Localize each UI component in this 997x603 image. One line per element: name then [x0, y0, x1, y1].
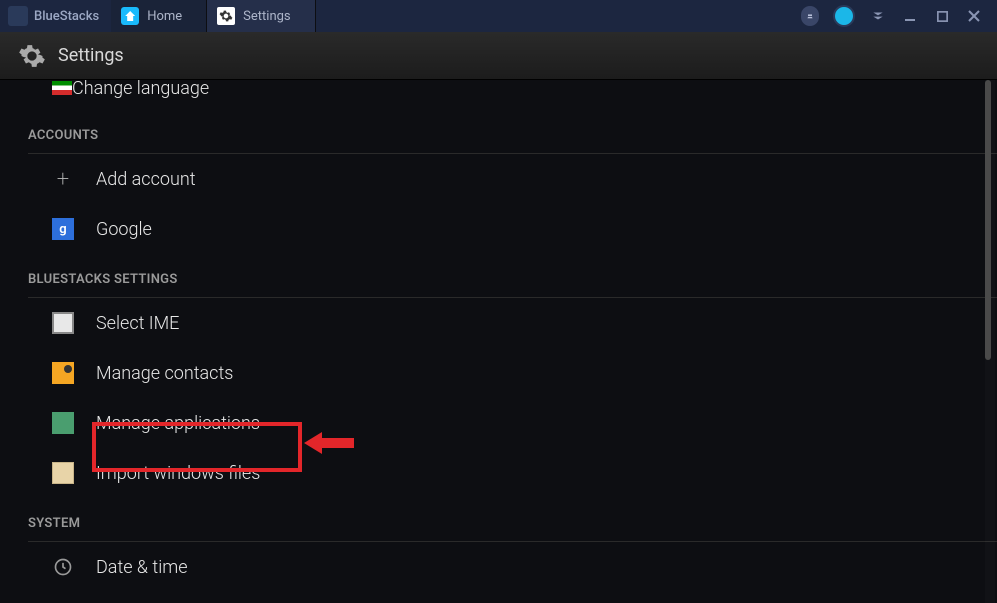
chevron-down-icon[interactable]: [869, 7, 887, 25]
tab-home[interactable]: Home: [111, 0, 207, 32]
settings-item-select-ime[interactable]: Select IME: [0, 298, 997, 348]
keyboard-icon: [52, 312, 74, 334]
brand-section: BlueStacks: [0, 0, 111, 32]
plus-icon: +: [52, 168, 74, 190]
flag-icon: [52, 81, 72, 95]
bluestacks-logo-icon: [8, 6, 28, 26]
item-label: Google: [96, 219, 152, 240]
settings-item-date-time[interactable]: Date & time: [0, 542, 997, 592]
close-button[interactable]: [965, 7, 983, 25]
google-icon: g: [52, 218, 74, 240]
settings-item-add-account[interactable]: + Add account: [0, 154, 997, 204]
item-label: Manage contacts: [96, 363, 233, 384]
settings-content: Change language ACCOUNTS + Add account g…: [0, 80, 997, 603]
page-header: Settings: [0, 32, 997, 80]
item-label: Add account: [96, 169, 196, 190]
tab-label: Home: [147, 9, 182, 24]
settings-item-change-language[interactable]: Change language: [0, 80, 997, 110]
contacts-icon: [52, 362, 74, 384]
minimize-button[interactable]: [901, 7, 919, 25]
settings-item-google[interactable]: g Google: [0, 204, 997, 254]
gear-icon: [18, 42, 46, 70]
section-header-system: SYSTEM: [0, 498, 997, 541]
home-icon: [121, 7, 139, 25]
apps-icon: [52, 412, 74, 434]
avatar-icon[interactable]: [833, 5, 855, 27]
section-header-accounts: ACCOUNTS: [0, 110, 997, 153]
tab-settings[interactable]: Settings: [207, 0, 315, 32]
settings-item-import-windows-files[interactable]: Import windows files: [0, 448, 997, 498]
folder-icon: [52, 462, 74, 484]
settings-item-manage-applications[interactable]: Manage applications: [0, 398, 997, 448]
titlebar: BlueStacks Home Settings: [0, 0, 997, 32]
brand-text: BlueStacks: [34, 9, 99, 24]
users-icon[interactable]: [801, 6, 819, 26]
settings-icon: [217, 7, 235, 25]
tab-label: Settings: [243, 9, 290, 24]
settings-item-manage-contacts[interactable]: Manage contacts: [0, 348, 997, 398]
section-header-bluestacks: BLUESTACKS SETTINGS: [0, 254, 997, 297]
page-title: Settings: [58, 45, 124, 66]
item-label: Select IME: [96, 313, 179, 334]
settings-item-accessibility[interactable]: Accessibility: [0, 592, 997, 603]
window-controls: [787, 5, 997, 27]
maximize-button[interactable]: [933, 7, 951, 25]
item-label: Change language: [72, 80, 209, 99]
item-label: Import windows files: [96, 463, 260, 484]
clock-icon: [52, 556, 74, 578]
item-label: Date & time: [96, 557, 188, 578]
item-label: Manage applications: [96, 413, 260, 434]
